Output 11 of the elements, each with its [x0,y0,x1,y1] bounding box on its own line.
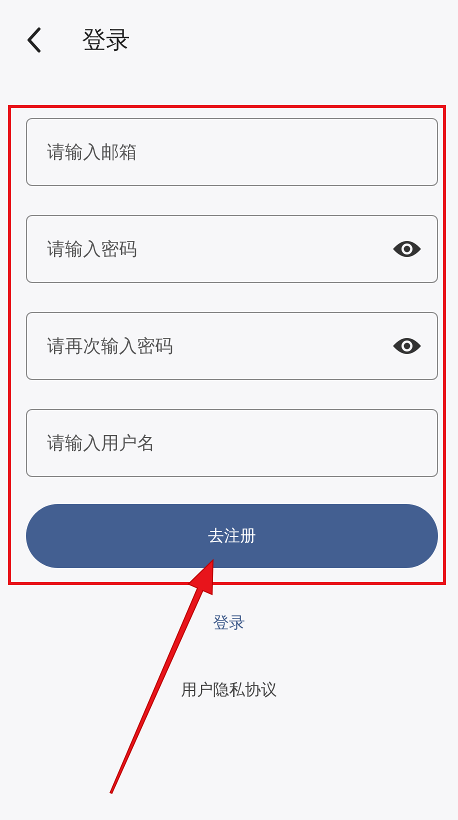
page-title: 登录 [82,25,130,56]
register-button[interactable]: 去注册 [26,504,438,568]
privacy-link[interactable]: 用户隐私协议 [181,680,277,701]
login-link[interactable]: 登录 [213,613,245,634]
eye-icon[interactable] [392,239,422,259]
input-field[interactable]: 请输入密码 [26,215,438,283]
input-field[interactable]: 请输入用户名 [26,409,438,477]
back-icon[interactable] [26,27,42,53]
input-field[interactable]: 请再次输入密码 [26,312,438,380]
input-field[interactable]: 请输入邮箱 [26,118,438,186]
eye-icon[interactable] [392,336,422,356]
